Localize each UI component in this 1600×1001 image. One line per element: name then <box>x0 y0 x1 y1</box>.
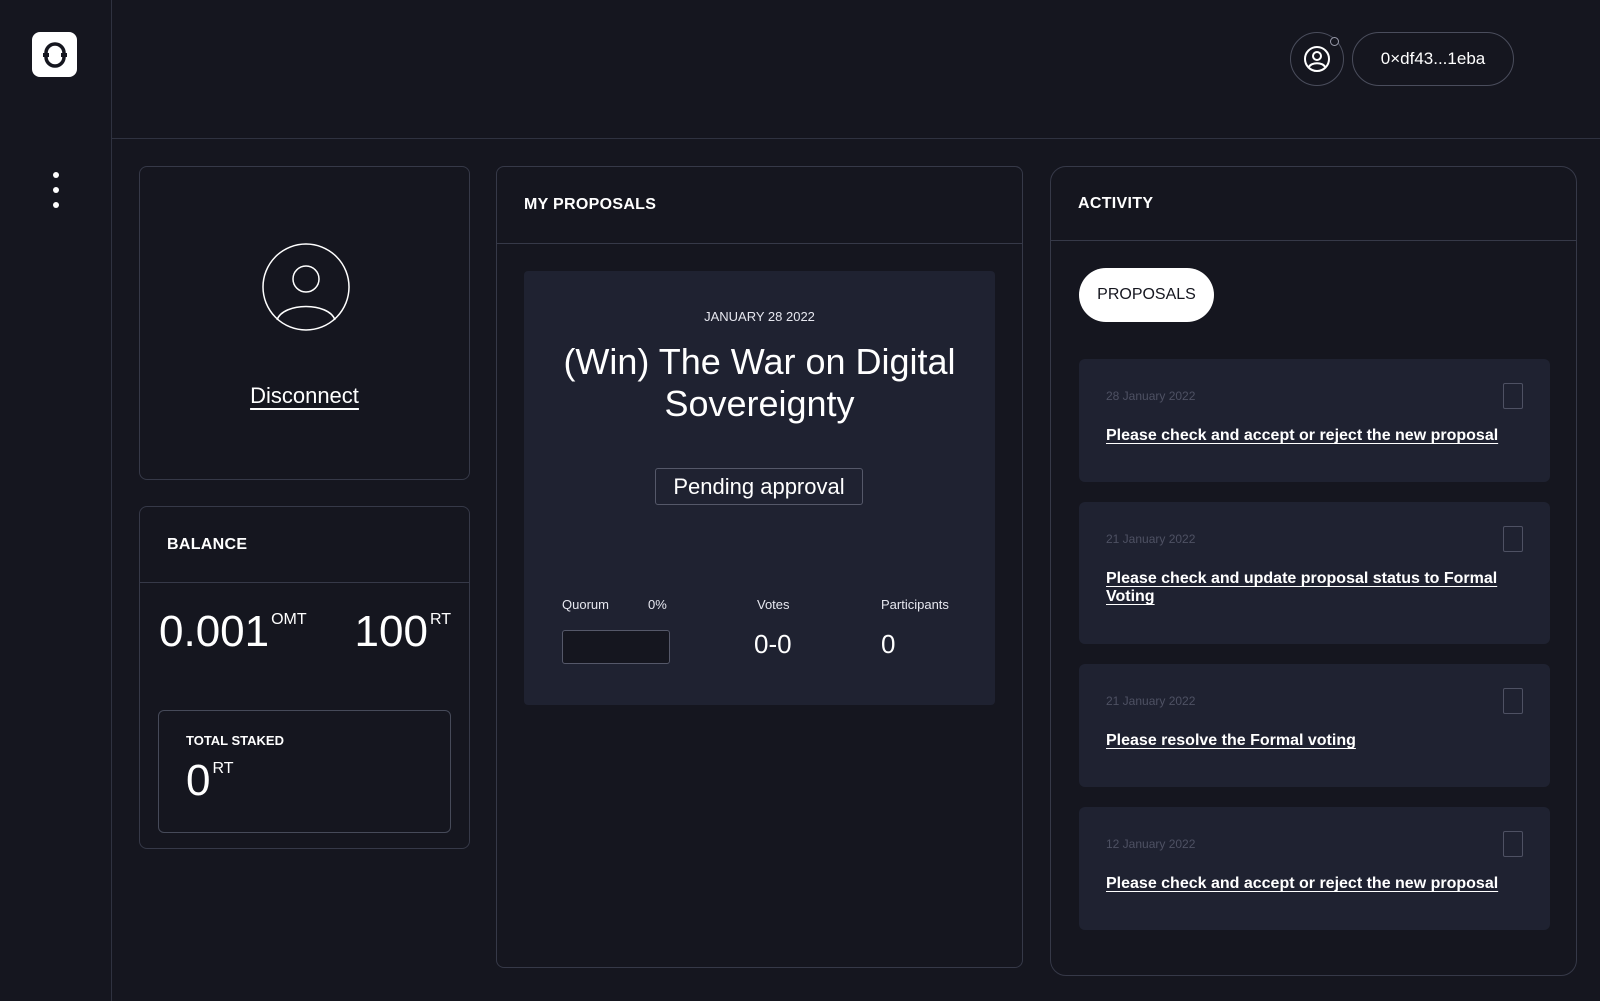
tab-proposals[interactable]: PROPOSALS <box>1079 268 1214 322</box>
activity-item: 21 January 2022 Please check and update … <box>1079 502 1550 644</box>
activity-title: ACTIVITY <box>1051 167 1576 241</box>
activity-checkbox[interactable] <box>1503 526 1523 552</box>
kebab-menu-icon[interactable] <box>46 172 66 208</box>
activity-checkbox[interactable] <box>1503 688 1523 714</box>
disconnect-link[interactable]: Disconnect <box>140 383 469 409</box>
rt-balance: 100 RT <box>355 607 451 657</box>
profile-card: Disconnect <box>139 166 470 480</box>
balance-title: BALANCE <box>140 507 469 583</box>
omt-unit: OMT <box>271 611 307 628</box>
activity-date: 21 January 2022 <box>1106 532 1196 546</box>
total-staked-label: TOTAL STAKED <box>186 733 284 748</box>
omt-balance: 0.001 OMT <box>159 607 307 657</box>
quorum-percent: 0% <box>648 597 667 612</box>
activity-link[interactable]: Please check and accept or reject the ne… <box>1106 427 1516 445</box>
participants-value: 0 <box>881 629 896 659</box>
quorum-label: Quorum <box>562 597 609 612</box>
proposal-date: JANUARY 28 2022 <box>704 309 815 324</box>
user-circle-icon <box>1304 46 1330 72</box>
activity-date: 12 January 2022 <box>1106 837 1196 851</box>
votes-label: Votes <box>757 597 790 612</box>
staked-unit: RT <box>212 760 234 777</box>
activity-date: 28 January 2022 <box>1106 389 1196 403</box>
staked-value: 0 <box>186 756 211 805</box>
rt-value: 100 <box>354 607 428 656</box>
proposal-title: (Win) The War on Digital Sovereignty <box>563 341 956 424</box>
status-badge: Pending approval <box>655 468 863 505</box>
activity-date: 21 January 2022 <box>1106 694 1196 708</box>
activity-link[interactable]: Please check and update proposal status … <box>1106 570 1516 606</box>
activity-link[interactable]: Please check and accept or reject the ne… <box>1106 875 1516 893</box>
omt-value: 0.001 <box>159 607 270 656</box>
user-avatar-icon <box>262 243 350 331</box>
my-proposals-title: MY PROPOSALS <box>497 167 1022 244</box>
activity-item: 28 January 2022 Please check and accept … <box>1079 359 1550 482</box>
votes-value: 0-0 <box>754 629 792 659</box>
activity-link[interactable]: Please resolve the Formal voting <box>1106 732 1516 750</box>
participants-label: Participants <box>881 597 949 612</box>
quorum-progress-bar <box>562 630 670 664</box>
profile-button[interactable] <box>1290 32 1344 86</box>
total-staked-value: 0 RT <box>186 756 234 806</box>
rt-unit: RT <box>429 611 451 628</box>
activity-card: ACTIVITY PROPOSALS 28 January 2022 Pleas… <box>1050 166 1577 976</box>
activity-item: 12 January 2022 Please check and accept … <box>1079 807 1550 930</box>
total-staked-box: TOTAL STAKED 0 RT <box>158 710 451 833</box>
activity-item: 21 January 2022 Please resolve the Forma… <box>1079 664 1550 787</box>
wallet-address-button[interactable]: 0×df43...1eba <box>1352 32 1514 86</box>
balance-card: BALANCE 0.001 OMT 100 RT TOTAL STAKED 0 RT <box>139 506 470 849</box>
sidebar <box>0 0 112 1001</box>
notification-dot <box>1330 37 1339 46</box>
app-logo[interactable] <box>32 32 77 77</box>
activity-checkbox[interactable] <box>1503 383 1523 409</box>
proposal-card[interactable]: JANUARY 28 2022 (Win) The War on Digital… <box>524 271 995 705</box>
sync-logo-icon <box>42 41 67 68</box>
activity-checkbox[interactable] <box>1503 831 1523 857</box>
my-proposals-card: MY PROPOSALS JANUARY 28 2022 (Win) The W… <box>496 166 1023 968</box>
balance-row: 0.001 OMT 100 RT <box>159 607 451 667</box>
